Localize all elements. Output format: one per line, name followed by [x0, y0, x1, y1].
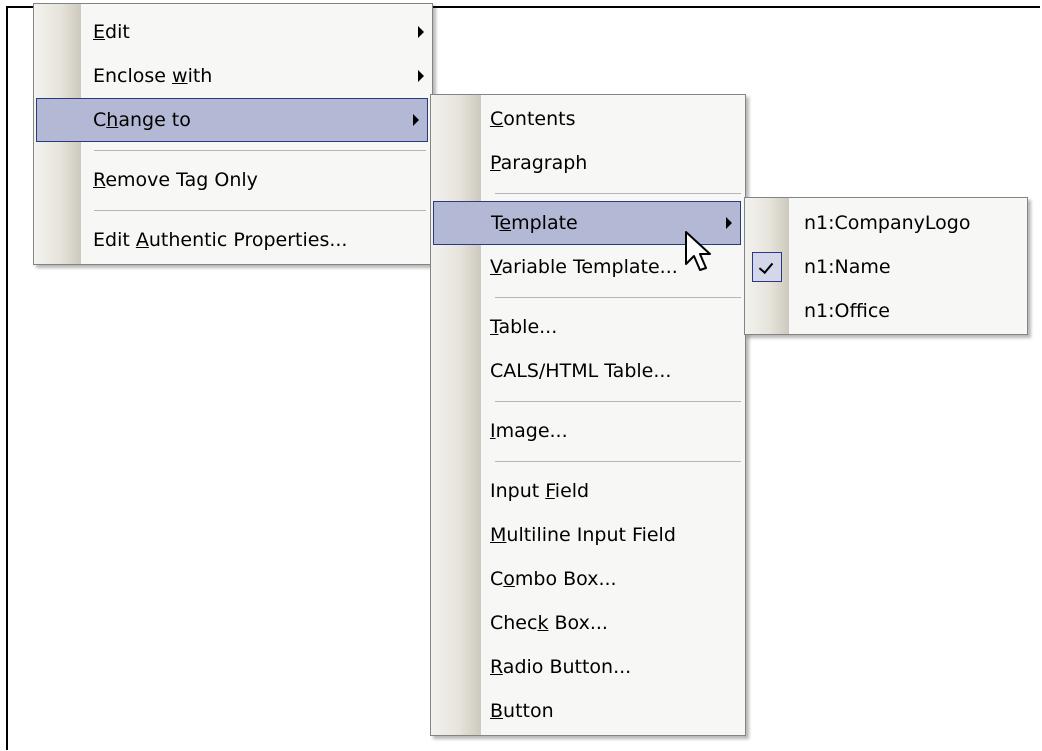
context-menu: Edit Enclose with Change to Remove Tag O…	[33, 3, 433, 265]
menu-item-n1-name[interactable]: n1:Name	[745, 245, 1027, 289]
menu-item-paragraph[interactable]: Paragraph	[431, 141, 745, 185]
menu-separator	[94, 150, 426, 151]
menu-separator	[495, 193, 741, 194]
menu-item-button[interactable]: Button	[431, 689, 745, 733]
checkmark-icon	[752, 252, 782, 282]
submenu-arrow-icon	[418, 26, 424, 38]
menu-separator	[94, 210, 426, 211]
submenu-arrow-icon	[413, 114, 419, 126]
menu-item-contents[interactable]: Contents	[431, 97, 745, 141]
menu-separator	[495, 297, 741, 298]
menu-item-n1-office[interactable]: n1:Office	[745, 289, 1027, 333]
mouse-cursor-icon	[685, 231, 711, 271]
menu-item-edit[interactable]: Edit	[34, 10, 432, 54]
menu-item-combo-box[interactable]: Combo Box...	[431, 557, 745, 601]
menu-item-image[interactable]: Image...	[431, 409, 745, 453]
menu-item-n1-companylogo[interactable]: n1:CompanyLogo	[745, 201, 1027, 245]
menu-item-cals-html-table[interactable]: CALS/HTML Table...	[431, 349, 745, 393]
menu-item-enclose-with[interactable]: Enclose with	[34, 54, 432, 98]
menu-item-remove-tag-only[interactable]: Remove Tag Only	[34, 158, 432, 202]
menu-separator	[495, 401, 741, 402]
submenu-arrow-icon	[726, 217, 732, 229]
menu-item-multiline-input-field[interactable]: Multiline Input Field	[431, 513, 745, 557]
menu-separator	[495, 461, 741, 462]
menu-item-input-field[interactable]: Input Field	[431, 469, 745, 513]
menu-item-radio-button[interactable]: Radio Button...	[431, 645, 745, 689]
change-to-submenu: Contents Paragraph Template Variable Tem…	[430, 94, 746, 736]
menu-item-change-to[interactable]: Change to	[36, 98, 428, 142]
menu-item-table[interactable]: Table...	[431, 305, 745, 349]
template-submenu: n1:CompanyLogo n1:Name n1:Office	[744, 197, 1028, 335]
submenu-arrow-icon	[418, 70, 424, 82]
menu-item-check-box[interactable]: Check Box...	[431, 601, 745, 645]
menu-item-edit-authentic-properties[interactable]: Edit Authentic Properties...	[34, 218, 432, 262]
